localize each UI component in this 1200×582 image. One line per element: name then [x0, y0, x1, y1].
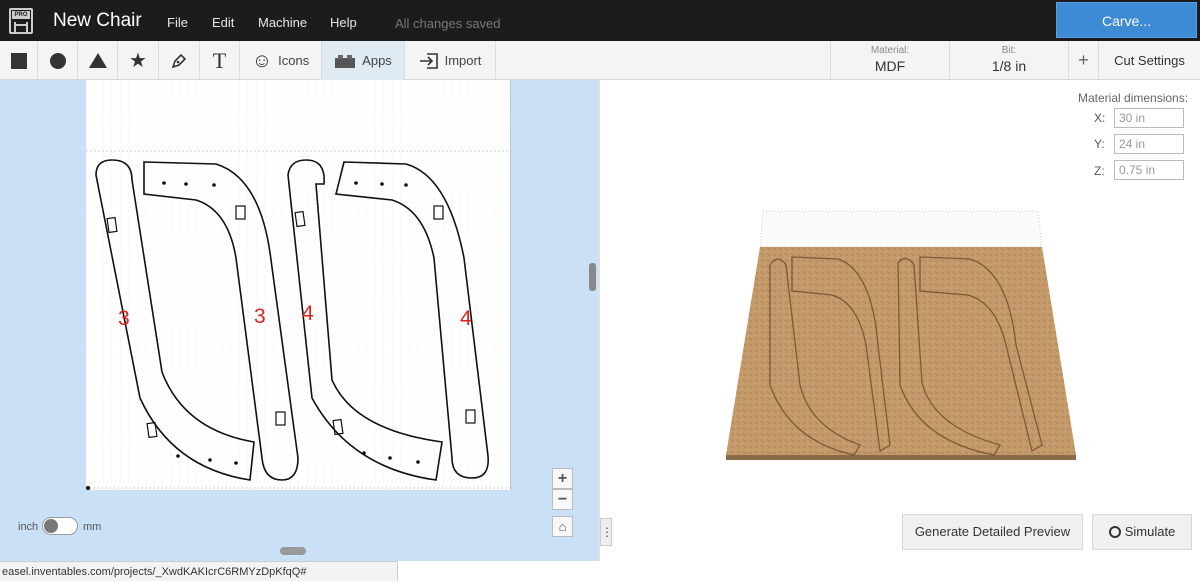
pen-tool[interactable] — [159, 41, 200, 80]
clock-icon — [1108, 526, 1121, 538]
star-icon: ★ — [129, 49, 147, 72]
bit-caption: Bit: — [1001, 45, 1017, 56]
add-bit-button[interactable]: + — [1068, 41, 1098, 80]
circle-icon — [49, 52, 66, 69]
smiley-icon: ☺ — [251, 49, 273, 72]
dim-y-label: Y: — [1094, 137, 1105, 151]
pane-menu-button[interactable]: ⋮ — [600, 518, 613, 546]
part-label: 4 — [302, 302, 314, 325]
square-icon — [10, 52, 27, 69]
bottom-strip — [398, 561, 1200, 581]
material-caption: Material: — [870, 45, 910, 56]
dim-z-label: Z: — [1094, 164, 1105, 178]
apps-label: Apps — [362, 53, 392, 68]
vertical-scrollbar[interactable] — [589, 263, 596, 291]
apps-brick-icon — [335, 54, 356, 68]
part-label: 3 — [118, 307, 130, 330]
hole-mark — [162, 181, 166, 185]
top-bar: PRO New Chair File Edit Machine Help All… — [0, 0, 1200, 41]
cut-settings-button[interactable]: Cut Settings — [1098, 41, 1200, 80]
zoom-out-button[interactable]: − — [552, 489, 573, 510]
menu-file[interactable]: File — [167, 15, 188, 30]
carve-button[interactable]: Carve... — [1056, 2, 1197, 38]
project-title[interactable]: New Chair — [53, 10, 142, 32]
hole-mark — [362, 451, 366, 455]
hole-mark — [380, 182, 384, 186]
star-tool[interactable]: ★ — [118, 41, 159, 80]
part-label: 4 — [460, 307, 472, 330]
icons-label: Icons — [278, 53, 310, 68]
logo-bar — [14, 24, 28, 26]
import-label: Import — [444, 53, 482, 68]
material-top-outline — [759, 210, 1043, 248]
design-workspace: 3 3 4 4 — [0, 80, 598, 561]
hole-mark — [184, 182, 188, 186]
mdf-board — [726, 247, 1076, 455]
horizontal-scrollbar[interactable] — [280, 547, 306, 555]
origin-point — [86, 486, 90, 490]
menu-edit[interactable]: Edit — [212, 15, 234, 30]
grid — [86, 80, 511, 490]
menu-machine[interactable]: Machine — [258, 15, 307, 30]
hole-mark — [404, 183, 408, 187]
material-dimensions-title: Material dimensions: — [1078, 91, 1189, 105]
simulate-label: Simulate — [1124, 524, 1176, 539]
square-tool[interactable] — [0, 41, 38, 80]
menu-help[interactable]: Help — [330, 15, 357, 30]
status-url: easel.inventables.com/projects/_XwdKAKIc… — [0, 561, 398, 581]
hole-mark — [234, 461, 238, 465]
circle-tool[interactable] — [38, 41, 78, 80]
board-edge — [726, 455, 1076, 460]
bit-value: 1/8 in — [991, 58, 1027, 74]
zoom-in-button[interactable]: + — [552, 468, 573, 489]
design-drawing[interactable]: 3 3 4 4 — [86, 80, 512, 490]
save-status: All changes saved — [395, 16, 501, 31]
dim-x-label: X: — [1094, 111, 1106, 125]
unit-inch-label: inch — [18, 521, 39, 533]
material-value: MDF — [874, 58, 906, 74]
bit-selector[interactable]: Bit: 1/8 in — [949, 41, 1068, 80]
text-icon: T — [212, 47, 227, 73]
apps-tool[interactable]: Apps — [322, 41, 405, 80]
generate-detailed-preview-button[interactable]: Generate Detailed Preview — [902, 514, 1083, 550]
pane-divider[interactable] — [598, 80, 600, 561]
home-icon: ⌂ — [558, 519, 567, 534]
icons-tool[interactable]: ☺ Icons — [240, 41, 322, 80]
unit-toggle[interactable] — [42, 517, 78, 535]
dim-y-input[interactable]: 24 in — [1114, 134, 1184, 154]
hole-mark — [208, 458, 212, 462]
pen-icon — [171, 53, 187, 68]
simulate-button[interactable]: Simulate — [1092, 514, 1192, 550]
dim-z-input[interactable]: 0.75 in — [1114, 160, 1184, 180]
dim-x-input[interactable]: 30 in — [1114, 108, 1184, 128]
easel-logo-icon: PRO — [9, 8, 33, 34]
triangle-icon — [88, 53, 107, 68]
text-tool[interactable]: T — [200, 41, 240, 80]
triangle-tool[interactable] — [78, 41, 118, 80]
hole-mark — [388, 456, 392, 460]
hole-mark — [354, 181, 358, 185]
material-selector[interactable]: Material: MDF — [830, 41, 949, 80]
import-tool[interactable]: Import — [405, 41, 496, 80]
part-label: 3 — [254, 305, 266, 328]
logo-pro-text: PRO — [12, 11, 30, 19]
unit-mm-label: mm — [83, 521, 102, 533]
hole-mark — [212, 183, 216, 187]
toggle-knob — [44, 519, 58, 533]
3d-preview[interactable] — [720, 205, 1082, 460]
hole-mark — [416, 460, 420, 464]
home-view-button[interactable]: ⌂ — [552, 516, 573, 537]
design-canvas[interactable]: 3 3 4 4 — [86, 80, 512, 490]
hole-mark — [176, 454, 180, 458]
import-icon — [419, 52, 438, 69]
